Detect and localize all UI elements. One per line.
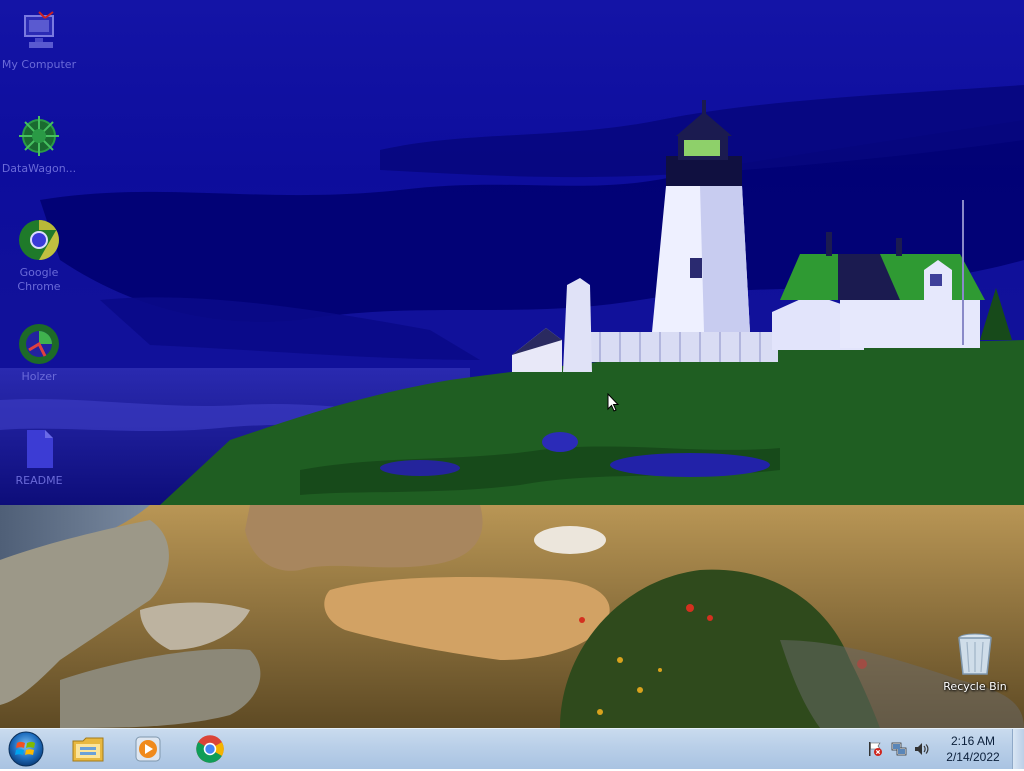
- taskbar: 2:16 AM 2/14/2022: [0, 728, 1024, 769]
- chrome-icon: [196, 735, 224, 763]
- desktop-icon-google-chrome[interactable]: Google Chrome: [0, 216, 78, 294]
- computer-icon: [24, 11, 54, 48]
- desktop-icon-label: Recycle Bin: [943, 680, 1007, 693]
- desktop-icon-label: README: [15, 474, 63, 487]
- desktop-icon-datawagon[interactable]: DataWagon...: [0, 112, 78, 176]
- desktop-icon-label: Holzer: [21, 370, 57, 383]
- desktop-icon-recycle-bin[interactable]: Recycle Bin: [936, 630, 1014, 694]
- desktop-wallpaper: [0, 0, 1024, 728]
- clock-time: 2:16 AM: [950, 734, 996, 748]
- desktop-icon-readme[interactable]: README: [0, 424, 78, 488]
- chrome-icon: [19, 220, 59, 260]
- network-icon[interactable]: [891, 741, 907, 757]
- windows-start-orb-icon: [8, 731, 44, 767]
- taskbar-media-player[interactable]: [122, 731, 174, 767]
- show-desktop-button[interactable]: [1012, 729, 1024, 769]
- desktop-icon-label: DataWagon...: [1, 162, 77, 175]
- taskbar-chrome[interactable]: [184, 731, 236, 767]
- taskbar-file-explorer[interactable]: [62, 731, 114, 767]
- file-explorer-icon: [72, 737, 104, 762]
- datawagon-icon: [19, 116, 59, 156]
- desktop-icon-label: Google Chrome: [17, 266, 61, 293]
- media-player-icon: [135, 736, 161, 762]
- action-center-flag-icon[interactable]: [867, 741, 883, 757]
- mouse-cursor-icon: [607, 393, 619, 412]
- system-clock[interactable]: 2:16 AM 2/14/2022: [938, 733, 1008, 765]
- desktop-icon-holzer[interactable]: Holzer: [0, 320, 78, 384]
- clock-date: 2/14/2022: [946, 750, 1000, 764]
- holzer-icon: [19, 324, 59, 364]
- document-icon: [27, 430, 53, 468]
- recycle-bin-icon: [958, 633, 992, 675]
- volume-icon[interactable]: [914, 741, 930, 757]
- desktop[interactable]: My Computer DataWagon... Google Chrome H…: [0, 0, 1024, 728]
- desktop-icon-label: My Computer: [1, 58, 77, 71]
- desktop-icon-my-computer[interactable]: My Computer: [0, 8, 78, 72]
- start-button[interactable]: [6, 731, 46, 767]
